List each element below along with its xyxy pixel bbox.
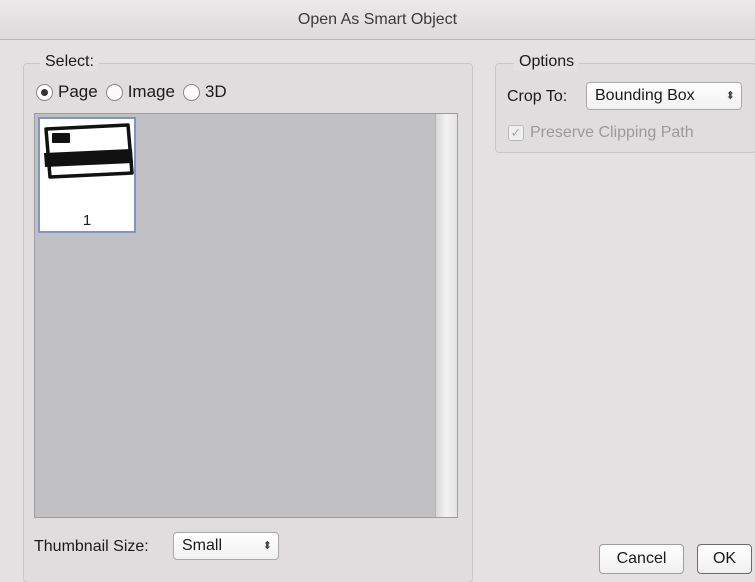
thumbnail-size-select[interactable]: Small ⬍ bbox=[173, 532, 279, 560]
radio-page-label: Page bbox=[58, 82, 98, 101]
ok-button[interactable]: OK bbox=[697, 544, 752, 574]
card-preview-icon bbox=[44, 123, 134, 179]
radio-3d-button[interactable] bbox=[182, 83, 200, 101]
thumbnail-size-value: Small bbox=[182, 537, 223, 554]
radio-3d[interactable]: 3D bbox=[182, 82, 227, 102]
radio-image-label: Image bbox=[127, 82, 175, 101]
source-radio-group: Page Image 3D bbox=[36, 81, 235, 103]
page-thumbnail[interactable]: 1 bbox=[38, 117, 136, 233]
cancel-button[interactable]: Cancel bbox=[599, 544, 684, 574]
crop-to-value: Bounding Box bbox=[595, 87, 695, 104]
preserve-clipping-path-label: Preserve Clipping Path bbox=[530, 124, 694, 141]
radio-3d-label: 3D bbox=[204, 82, 227, 101]
crop-to-label: Crop To: bbox=[507, 88, 568, 105]
updown-arrows-icon: ⬍ bbox=[725, 89, 735, 102]
crop-to-select[interactable]: Bounding Box ⬍ bbox=[586, 82, 742, 110]
options-group-label: Options bbox=[514, 53, 580, 71]
thumbnail-size-label: Thumbnail Size: bbox=[34, 538, 149, 555]
radio-image-button[interactable] bbox=[105, 83, 123, 101]
updown-arrows-icon: ⬍ bbox=[262, 539, 272, 552]
select-group-label: Select: bbox=[40, 53, 99, 71]
thumbnail-list[interactable]: 1 bbox=[34, 113, 458, 518]
window-title: Open As Smart Object bbox=[0, 0, 755, 40]
thumbnail-page-number: 1 bbox=[82, 212, 92, 229]
checkmark-icon: ✓ bbox=[510, 125, 522, 140]
radio-page-button[interactable] bbox=[36, 83, 53, 101]
radio-page[interactable]: Page bbox=[36, 82, 98, 102]
radio-image[interactable]: Image bbox=[105, 82, 175, 102]
preserve-clipping-path-checkbox[interactable]: ✓ bbox=[508, 125, 524, 141]
preserve-clipping-path-option[interactable]: ✓ Preserve Clipping Path bbox=[508, 124, 694, 142]
list-scrollbar[interactable] bbox=[435, 114, 457, 517]
